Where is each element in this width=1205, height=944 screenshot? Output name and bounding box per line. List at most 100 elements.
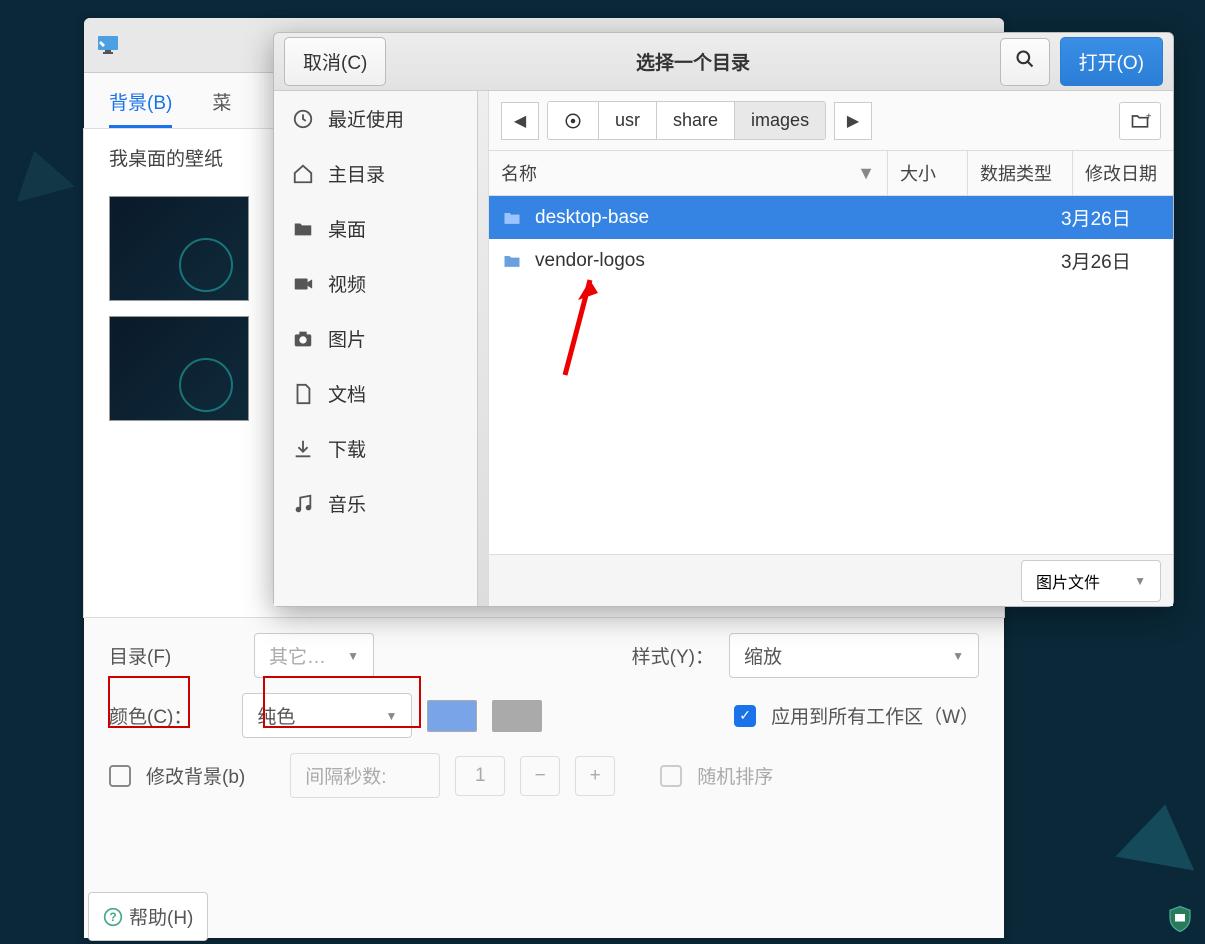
modify-bg-label: 修改背景(b) (146, 762, 245, 789)
new-folder-button[interactable]: + (1119, 102, 1161, 140)
filter-value: 图片文件 (1036, 569, 1100, 593)
wallpaper-thumb[interactable] (109, 196, 249, 301)
file-type-filter[interactable]: 图片文件 ▼ (1021, 560, 1161, 602)
interval-input: 间隔秒数: (290, 753, 440, 798)
tab-background[interactable]: 背景(B) (109, 88, 172, 128)
sidebar-item-videos[interactable]: 视频 (274, 256, 488, 311)
svg-text:?: ? (109, 911, 116, 924)
sidebar-label: 主目录 (328, 160, 385, 187)
breadcrumb-item[interactable]: usr (599, 102, 657, 139)
svg-text:+: + (1146, 111, 1151, 122)
file-chooser-dialog: 取消(C) 选择一个目录 打开(O) 最近使用 主目录 桌面 视频 (273, 32, 1174, 607)
file-name: desktop-base (535, 207, 876, 229)
home-icon (292, 163, 314, 185)
column-name[interactable]: 名称▼ (489, 151, 888, 195)
help-label: 帮助(H) (129, 903, 193, 930)
sidebar-item-recent[interactable]: 最近使用 (274, 91, 488, 146)
folder-icon (501, 251, 523, 271)
places-sidebar: 最近使用 主目录 桌面 视频 图片 文档 (274, 91, 489, 606)
document-icon (292, 383, 314, 405)
folder-value: 其它… (269, 642, 326, 669)
sidebar-label: 文档 (328, 380, 366, 407)
interval-value: 1 (455, 756, 505, 796)
chooser-title: 选择一个目录 (396, 48, 989, 75)
wallpaper-thumb[interactable] (109, 316, 249, 421)
folder-dropdown[interactable]: 其它… ▼ (254, 633, 374, 678)
apply-all-label: 应用到所有工作区（W） (771, 702, 979, 729)
sidebar-item-documents[interactable]: 文档 (274, 366, 488, 421)
search-icon (1015, 49, 1035, 69)
color-label: 颜色(C)： (109, 702, 192, 729)
camera-icon (292, 328, 314, 350)
help-button[interactable]: ? 帮助(H) (88, 892, 208, 941)
style-dropdown[interactable]: 缩放 ▼ (729, 633, 979, 678)
modify-bg-checkbox[interactable] (109, 765, 131, 787)
file-row[interactable]: vendor-logos 3月26日 (489, 239, 1173, 282)
breadcrumb-item[interactable]: images (735, 102, 825, 139)
desktop-decoration (1115, 798, 1204, 871)
column-type[interactable]: 数据类型 (968, 151, 1073, 195)
music-icon (292, 493, 314, 515)
sidebar-item-downloads[interactable]: 下载 (274, 421, 488, 476)
file-date: 3月26日 (1061, 204, 1161, 231)
increment-button: + (575, 756, 615, 796)
help-icon: ? (103, 907, 123, 927)
color-secondary[interactable] (492, 700, 542, 732)
tab-menu[interactable]: 菜 (212, 88, 231, 128)
breadcrumbs: usr share images (547, 101, 826, 140)
sidebar-label: 下载 (328, 435, 366, 462)
desktop-decoration (5, 143, 75, 202)
background-controls: 目录(F) 其它… ▼ 样式(Y)： 缩放 ▼ 颜色(C)： 纯色 ▼ ✓ (84, 618, 1004, 823)
breadcrumb-item[interactable]: share (657, 102, 735, 139)
monitor-icon (94, 33, 122, 57)
folder-icon (292, 218, 314, 240)
file-list: desktop-base 3月26日 vendor-logos 3月26日 (489, 196, 1173, 554)
file-name: vendor-logos (535, 250, 876, 272)
new-folder-icon: + (1129, 111, 1151, 131)
watermark-logo (1165, 904, 1195, 934)
nav-back-button[interactable]: ◀ (501, 102, 539, 140)
sidebar-item-home[interactable]: 主目录 (274, 146, 488, 201)
folder-icon (501, 208, 523, 228)
color-value: 纯色 (257, 702, 295, 729)
nav-forward-button[interactable]: ▶ (834, 102, 872, 140)
color-primary[interactable] (427, 700, 477, 732)
open-button[interactable]: 打开(O) (1060, 37, 1163, 86)
column-date[interactable]: 修改日期 (1073, 151, 1173, 195)
random-label: 随机排序 (697, 762, 773, 789)
apply-all-checkbox[interactable]: ✓ (734, 705, 756, 727)
sidebar-label: 桌面 (328, 215, 366, 242)
path-bar: ◀ usr share images ▶ + (489, 91, 1173, 151)
breadcrumb-root[interactable] (548, 102, 599, 139)
chooser-main: ◀ usr share images ▶ + 名称▼ 大小 数据类型 (489, 91, 1173, 606)
sidebar-item-pictures[interactable]: 图片 (274, 311, 488, 366)
sidebar-label: 视频 (328, 270, 366, 297)
folder-label: 目录(F) (109, 642, 184, 669)
chevron-down-icon: ▼ (347, 649, 359, 663)
download-icon (292, 438, 314, 460)
shield-icon (1165, 904, 1195, 934)
chevron-down-icon: ▼ (952, 649, 964, 663)
sidebar-item-desktop[interactable]: 桌面 (274, 201, 488, 256)
sort-icon: ▼ (857, 163, 875, 184)
file-row[interactable]: desktop-base 3月26日 (489, 196, 1173, 239)
column-size[interactable]: 大小 (888, 151, 968, 195)
file-date: 3月26日 (1061, 247, 1161, 274)
chevron-down-icon: ▼ (1134, 574, 1146, 588)
sidebar-label: 最近使用 (328, 105, 404, 132)
chooser-footer: 图片文件 ▼ (489, 554, 1173, 606)
sidebar-label: 图片 (328, 325, 366, 352)
color-mode-dropdown[interactable]: 纯色 ▼ (242, 693, 412, 738)
disk-icon (564, 112, 582, 130)
chevron-down-icon: ▼ (386, 709, 398, 723)
cancel-button[interactable]: 取消(C) (284, 37, 386, 86)
chooser-titlebar: 取消(C) 选择一个目录 打开(O) (274, 33, 1173, 91)
search-button[interactable] (1000, 38, 1050, 86)
sidebar-label: 音乐 (328, 490, 366, 517)
clock-icon (292, 108, 314, 130)
style-value: 缩放 (744, 642, 782, 669)
random-checkbox[interactable] (660, 765, 682, 787)
sidebar-item-music[interactable]: 音乐 (274, 476, 488, 531)
decrement-button: − (520, 756, 560, 796)
video-icon (292, 273, 314, 295)
